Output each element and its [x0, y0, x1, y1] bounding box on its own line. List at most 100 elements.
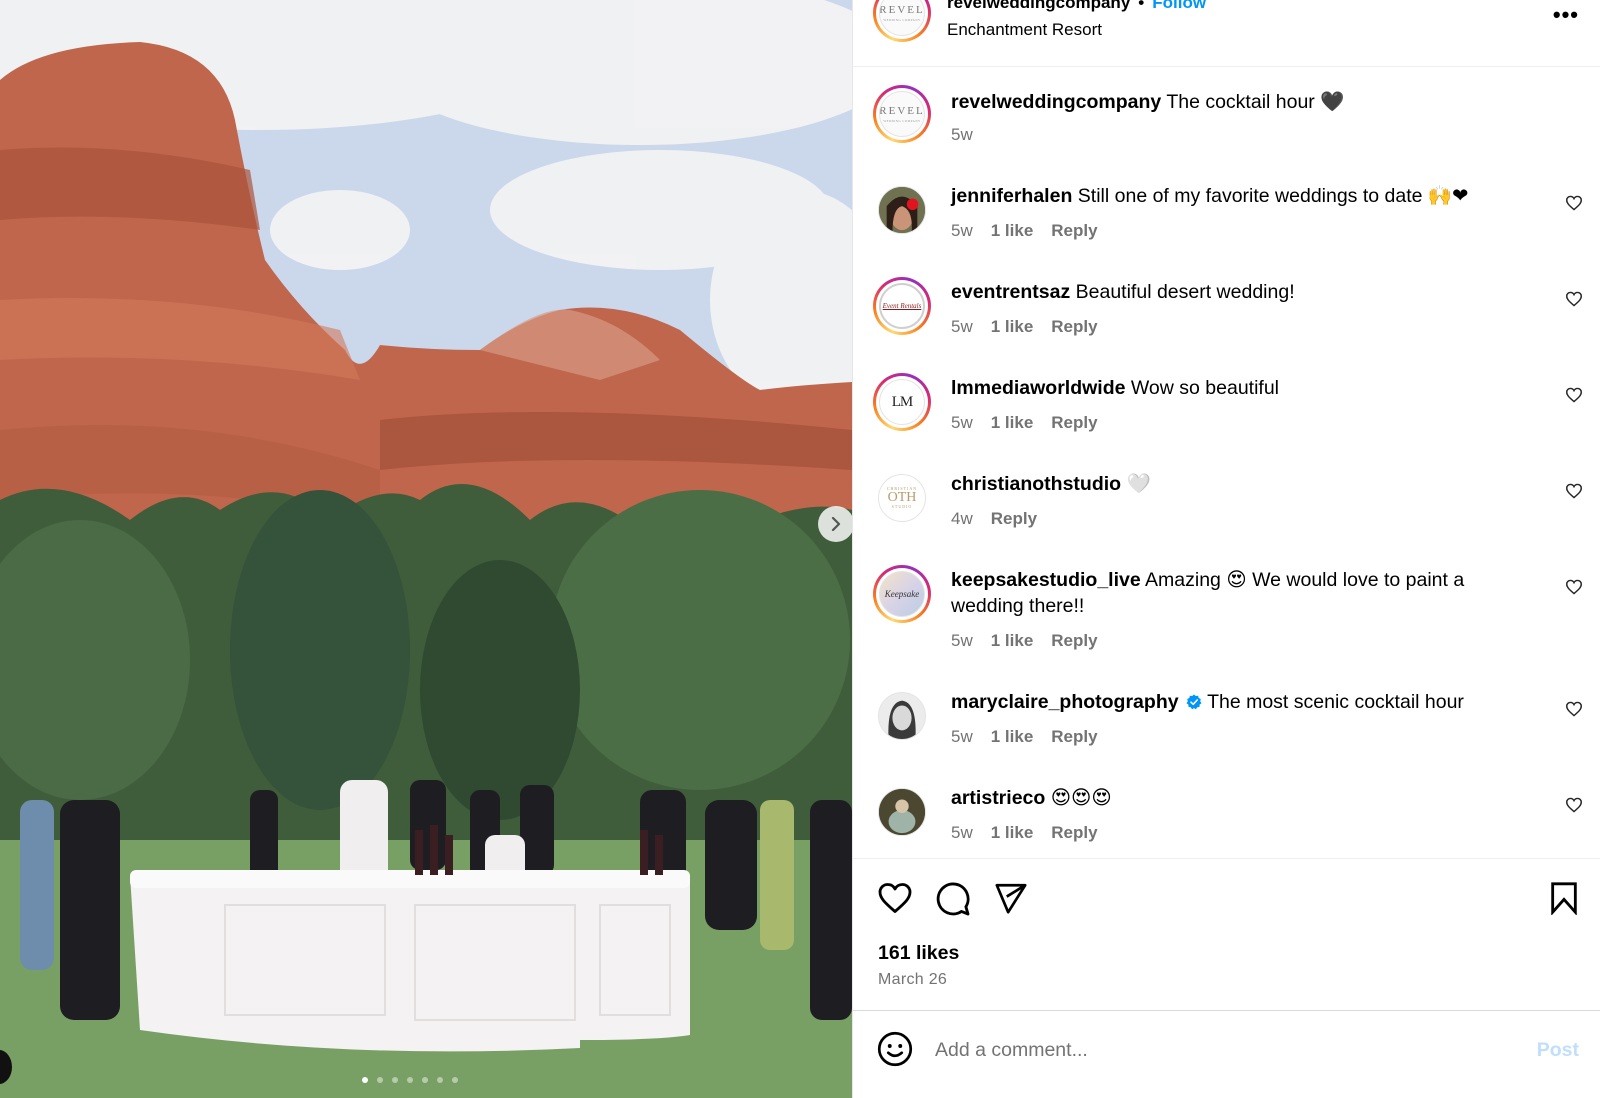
avatar-image: REVEL WEDDING COMPANY [879, 91, 925, 137]
author-username[interactable]: revelweddingcompany [947, 0, 1130, 12]
comment-time[interactable]: 5w [951, 724, 973, 750]
logo-text: OTH [887, 490, 917, 505]
comment-time[interactable]: 4w [951, 506, 973, 532]
reply-button[interactable]: Reply [991, 506, 1037, 532]
like-heart-icon[interactable] [877, 881, 913, 915]
avatar[interactable] [873, 687, 931, 745]
avatar[interactable] [873, 181, 931, 239]
comment-likes[interactable]: 1 like [991, 628, 1034, 654]
save-bookmark-icon[interactable] [1549, 881, 1579, 915]
comment-input[interactable] [935, 1033, 1495, 1067]
separator-dot: • [1138, 0, 1145, 12]
avatar-image: Keepsake [879, 571, 925, 617]
comment-time[interactable]: 5w [951, 410, 973, 436]
location-link[interactable]: Enchantment Resort [947, 20, 1102, 40]
logo-subtext: WEDDING COMPANY [883, 17, 921, 22]
comment-likes[interactable]: 1 like [991, 218, 1034, 244]
avatar-image [878, 186, 926, 234]
carousel-dot [437, 1077, 443, 1083]
avatar-image [878, 788, 926, 836]
profile-photo [879, 693, 925, 739]
comment-likes[interactable]: 1 like [991, 410, 1034, 436]
like-comment-heart-icon[interactable] [1565, 579, 1583, 595]
comment-username[interactable]: maryclaire_photography [951, 691, 1179, 713]
reply-button[interactable]: Reply [1051, 724, 1097, 750]
keepsake-logo: Keepsake [884, 589, 920, 599]
comment-time[interactable]: 5w [951, 820, 973, 846]
comment-username[interactable]: artistrieco [951, 787, 1045, 809]
post-header: REVEL WEDDING COMPANY revelweddingcompany… [853, 0, 1600, 67]
like-comment-heart-icon[interactable] [1565, 483, 1583, 499]
carousel-dot [407, 1077, 413, 1083]
carousel-next-button[interactable] [818, 506, 852, 542]
author-avatar[interactable]: REVEL WEDDING COMPANY [873, 0, 931, 42]
reply-button[interactable]: Reply [1051, 218, 1097, 244]
comments-list[interactable]: REVEL WEDDING COMPANY revelweddingcompany… [853, 67, 1600, 857]
avatar-image: CHRISTIAN OTH STUDIO [878, 474, 926, 522]
reply-button[interactable]: Reply [1051, 410, 1097, 436]
carousel-indicator [362, 1077, 458, 1083]
comment-likes[interactable]: 1 like [991, 724, 1034, 750]
post-date[interactable]: March 26 [878, 971, 947, 989]
post-details-panel: REVEL WEDDING COMPANY revelweddingcompany… [852, 0, 1600, 1098]
profile-photo [879, 187, 925, 233]
comment-username[interactable]: lmmediaworldwide [951, 377, 1125, 399]
like-comment-heart-icon[interactable] [1565, 387, 1583, 403]
avatar[interactable]: CHRISTIAN OTH STUDIO [873, 469, 931, 527]
heart-eyes-emoji: 😍 [1226, 568, 1247, 591]
post-photo [0, 0, 852, 1098]
lm-monogram-logo: LM [891, 393, 913, 410]
comment-time[interactable]: 5w [951, 628, 973, 654]
author-line: revelweddingcompany • Follow [947, 0, 1206, 13]
comment-time[interactable]: 5w [951, 122, 973, 148]
comment-time[interactable]: 5w [951, 314, 973, 340]
comment-username[interactable]: christianothstudio [951, 473, 1121, 495]
avatar-image: Event Rentals [879, 283, 925, 329]
comment-likes[interactable]: 1 like [991, 820, 1034, 846]
avatar-image: REVEL WEDDING COMPANY [879, 0, 925, 36]
share-paper-plane-icon[interactable] [993, 881, 1029, 915]
comment-likes[interactable]: 1 like [991, 314, 1034, 340]
post-media[interactable] [0, 0, 852, 1098]
raised-hands-emoji: 🙌❤ [1427, 184, 1469, 207]
comment-username[interactable]: revelweddingcompany [951, 91, 1161, 113]
like-comment-heart-icon[interactable] [1565, 291, 1583, 307]
avatar-image: LM [879, 379, 925, 425]
avatar[interactable]: REVEL WEDDING COMPANY [873, 85, 931, 143]
reply-button[interactable]: Reply [1051, 314, 1097, 340]
comment-username[interactable]: eventrentsaz [951, 281, 1070, 303]
comment-username[interactable]: jenniferhalen [951, 185, 1072, 207]
white-bar [130, 870, 690, 1052]
more-options-icon[interactable]: ••• [1553, 2, 1579, 28]
follow-button[interactable]: Follow [1152, 0, 1206, 12]
like-comment-heart-icon[interactable] [1565, 701, 1583, 717]
emoji-smiley-icon[interactable] [877, 1031, 913, 1067]
post-comment-button[interactable]: Post [1537, 1039, 1579, 1062]
carousel-dot [452, 1077, 458, 1083]
heart-eyes-emoji: 😍😍😍 [1050, 786, 1112, 809]
likes-count[interactable]: 161 likes [878, 942, 959, 965]
comment-text: Wow so beautiful [1130, 377, 1280, 399]
avatar[interactable]: Keepsake [873, 565, 931, 623]
avatar[interactable] [873, 783, 931, 841]
comment-bubble-icon[interactable] [935, 881, 971, 917]
chevron-right-icon [831, 517, 841, 531]
reply-button[interactable]: Reply [1051, 820, 1097, 846]
comment-username[interactable]: keepsakestudio_live [951, 569, 1141, 591]
comment-text: Amazing [1145, 569, 1221, 591]
avatar-image [878, 692, 926, 740]
revel-logo: REVEL WEDDING COMPANY [880, 105, 924, 123]
post-actions: 161 likes March 26 [853, 858, 1600, 1010]
avatar[interactable]: Event Rentals [873, 277, 931, 335]
carousel-dot [422, 1077, 428, 1083]
comment-text: The cocktail hour [1166, 91, 1315, 113]
like-comment-heart-icon[interactable] [1565, 195, 1583, 211]
logo-subtext: WEDDING COMPANY [883, 118, 921, 123]
christian-oth-logo: CHRISTIAN OTH STUDIO [887, 487, 917, 509]
reply-button[interactable]: Reply [1051, 628, 1097, 654]
avatar[interactable]: LM [873, 373, 931, 431]
logo-text: REVEL [879, 3, 925, 16]
comment-time[interactable]: 5w [951, 218, 973, 244]
like-comment-heart-icon[interactable] [1565, 797, 1583, 813]
white-heart-emoji: 🤍 [1126, 472, 1151, 495]
